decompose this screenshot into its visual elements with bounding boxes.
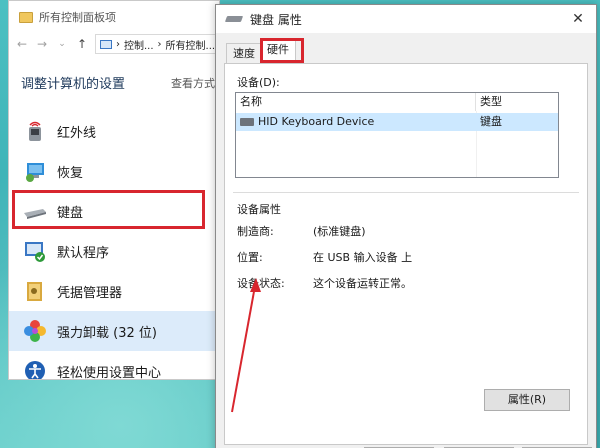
control-panel-item-ease-of-access[interactable]: 轻松使用设置中心 bbox=[9, 351, 219, 380]
keyboard-icon bbox=[224, 16, 244, 22]
device-properties-title: 设备属性 bbox=[237, 203, 281, 216]
dialog-titlebar: 键盘 属性 bbox=[216, 5, 596, 33]
credential-manager-icon bbox=[23, 279, 47, 303]
control-panel-item-recovery[interactable]: 恢复 bbox=[9, 151, 219, 191]
control-panel-item-credential-manager[interactable]: 凭据管理器 bbox=[9, 271, 219, 311]
location-value: 在 USB 输入设备 上 bbox=[313, 251, 413, 264]
recent-chevron-icon[interactable]: ⌄ bbox=[55, 39, 69, 49]
computer-icon bbox=[100, 39, 112, 49]
device-properties-group: 设备属性 制造商: (标准键盘) 位置: 在 USB 输入设备 上 设备状态: … bbox=[233, 192, 579, 418]
control-panel-item-infrared[interactable]: 红外线 bbox=[9, 111, 219, 151]
keyboard-device-icon bbox=[240, 118, 254, 126]
close-icon: ✕ bbox=[572, 11, 584, 27]
manufacturer-label: 制造商: bbox=[237, 225, 274, 238]
control-panel-item-label: 默认程序 bbox=[57, 245, 110, 261]
manufacturer-value: (标准键盘) bbox=[313, 225, 366, 238]
breadcrumb-separator-icon: › bbox=[116, 38, 120, 50]
navigation-bar: ← → ⌄ ↑ › 控制... › 所有控制... bbox=[15, 33, 219, 55]
breadcrumb-all-items[interactable]: 所有控制... bbox=[166, 37, 216, 52]
column-header-name[interactable]: 名称 bbox=[236, 93, 476, 111]
device-status-value: 这个设备运转正常。 bbox=[313, 277, 412, 290]
table-row[interactable]: HID Keyboard Device 键盘 bbox=[236, 113, 558, 131]
column-header-type[interactable]: 类型 bbox=[476, 93, 558, 111]
control-panel-item-label: 红外线 bbox=[57, 125, 97, 141]
control-panel-item-default-programs[interactable]: 默认程序 bbox=[9, 231, 219, 271]
keyboard-properties-dialog: 键盘 属性 ✕ 速度 硬件 设备(D): 名称 类型 HID Keyboard … bbox=[215, 4, 597, 448]
devices-label: 设备(D): bbox=[237, 76, 280, 89]
back-arrow-icon[interactable]: ← bbox=[15, 37, 29, 51]
keyboard-annotation-box bbox=[12, 190, 205, 229]
device-name: HID Keyboard Device bbox=[258, 115, 375, 128]
location-label: 位置: bbox=[237, 251, 263, 264]
control-panel-item-label: 轻松使用设置中心 bbox=[57, 365, 162, 380]
breadcrumb-control-panel[interactable]: 控制... bbox=[124, 37, 154, 52]
control-panel-titlebar: 所有控制面板项 bbox=[19, 7, 116, 27]
control-panel-item-label: 恢复 bbox=[57, 165, 84, 181]
control-panel-title: 所有控制面板项 bbox=[39, 11, 116, 24]
hardware-panel: 设备(D): 名称 类型 HID Keyboard Device 键盘 设备属性… bbox=[224, 63, 588, 445]
ease-of-access-icon bbox=[23, 359, 47, 379]
devices-table[interactable]: 名称 类型 HID Keyboard Device 键盘 bbox=[235, 92, 559, 178]
breadcrumb-separator-icon: › bbox=[157, 38, 162, 50]
control-panel-item-label: 强力卸载 (32 位) bbox=[57, 325, 157, 341]
default-programs-icon bbox=[23, 239, 47, 263]
forward-arrow-icon[interactable]: → bbox=[35, 37, 49, 51]
page-heading: 调整计算机的设置 bbox=[21, 77, 126, 92]
address-bar[interactable]: › 控制... › 所有控制... bbox=[95, 34, 219, 54]
view-by-menu[interactable]: 查看方式 bbox=[171, 75, 215, 91]
uninstaller-icon bbox=[23, 319, 47, 343]
folder-icon bbox=[19, 11, 33, 23]
hardware-tab-annotation-box bbox=[260, 38, 304, 63]
up-arrow-icon[interactable]: ↑ bbox=[75, 37, 89, 51]
control-panel-item-uninstaller[interactable]: 强力卸载 (32 位) bbox=[9, 311, 219, 351]
dialog-title: 键盘 属性 bbox=[250, 12, 302, 27]
device-type: 键盘 bbox=[480, 115, 502, 128]
recovery-icon bbox=[23, 159, 47, 183]
control-panel-item-label: 凭据管理器 bbox=[57, 285, 123, 301]
infrared-icon bbox=[23, 119, 47, 143]
device-status-label: 设备状态: bbox=[237, 277, 285, 290]
tab-speed[interactable]: 速度 bbox=[226, 43, 262, 63]
properties-button[interactable]: 属性(R) bbox=[484, 389, 570, 411]
close-button[interactable]: ✕ bbox=[568, 9, 588, 29]
